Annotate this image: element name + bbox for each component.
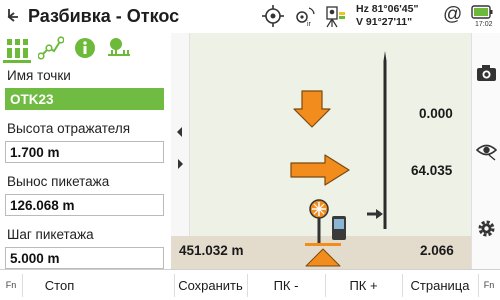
settings-icon[interactable] [476,218,497,239]
tree-icon[interactable] [106,36,132,60]
page-button[interactable]: Страница [402,270,478,300]
connection-icon[interactable]: @ [443,4,462,26]
bottom-value: 2.066 [420,243,454,258]
target-pole [383,51,387,229]
reflector-height-value: 1.700 m [10,145,60,160]
stake-chainage-field[interactable]: 126.068 m [5,194,164,216]
move-right-arrow-icon [290,154,350,186]
fn-right-button[interactable]: Fn [478,270,500,300]
instrument-icon [309,199,346,243]
clock: 17:02 [475,21,493,28]
app-window: Разбивка - Откос ir Hz 81°06'45" V 91°27 [0,0,500,300]
stop-button[interactable]: Стоп [23,270,96,300]
reflector-height-label: Высота отражателя [7,121,131,136]
stake-chainage-label: Вынос пикетажа [7,174,110,189]
v-angle: V 91°27'11" [356,16,413,28]
prism-icon[interactable]: ir [294,5,316,27]
move-up-arrow-icon [305,243,341,267]
target-icon[interactable] [262,5,284,27]
camera-icon[interactable] [476,63,497,84]
stakeout-graphic: 0.000 64.035 2.066 451.032 m [171,33,471,269]
left-panel: Имя точки OTK23 Высота отражателя 1.700 … [0,33,171,269]
point-name-value: OTK23 [10,92,54,107]
pk-plus-button[interactable]: ПК + [325,270,402,300]
reflector-height-field[interactable]: 1.700 m [5,141,164,163]
horizontal-distance-value: 451.032 m [179,243,244,258]
battery-icon [471,5,493,19]
point-name-field[interactable]: OTK23 [5,88,164,110]
right-toolbar [471,33,500,269]
panel-toggle-strip [171,33,190,236]
eye-icon[interactable] [476,140,497,161]
chainage-step-field[interactable]: 5.000 m [5,247,164,269]
left-tabs [0,33,171,63]
page-title: Разбивка - Откос [28,6,180,26]
empty-softkey[interactable] [96,270,174,300]
point-name-label: Имя точки [7,68,71,83]
hz-angle: Hz 81°06'45" [356,3,419,15]
back-icon[interactable] [6,7,22,23]
chainage-step-label: Шаг пикетажа [7,227,94,242]
info-icon[interactable] [72,36,98,60]
pk-minus-button[interactable]: ПК - [247,270,325,300]
polyline-icon[interactable] [38,36,64,60]
collapse-left-icon[interactable] [174,126,186,138]
chainage-step-value: 5.000 m [10,251,60,266]
offset-value: 64.035 [411,163,453,178]
level-icon[interactable] [324,4,346,28]
expand-right-icon[interactable] [174,158,186,170]
height-difference-value: 0.000 [419,106,453,121]
svg-text:ir: ir [307,21,312,27]
bottom-bar: Fn Стоп Сохранить ПК - ПК + Страница Fn [0,269,500,300]
fn-left-button[interactable]: Fn [0,270,22,300]
pole-pointer-icon [367,209,383,219]
stake-chainage-value: 126.068 m [10,198,75,213]
active-tab-indicator [3,60,31,63]
move-down-arrow-icon [293,90,331,128]
header-bar: Разбивка - Откос ir Hz 81°06'45" V 91°27 [0,0,500,34]
survey-icon[interactable] [5,36,31,60]
save-button[interactable]: Сохранить [174,270,247,300]
